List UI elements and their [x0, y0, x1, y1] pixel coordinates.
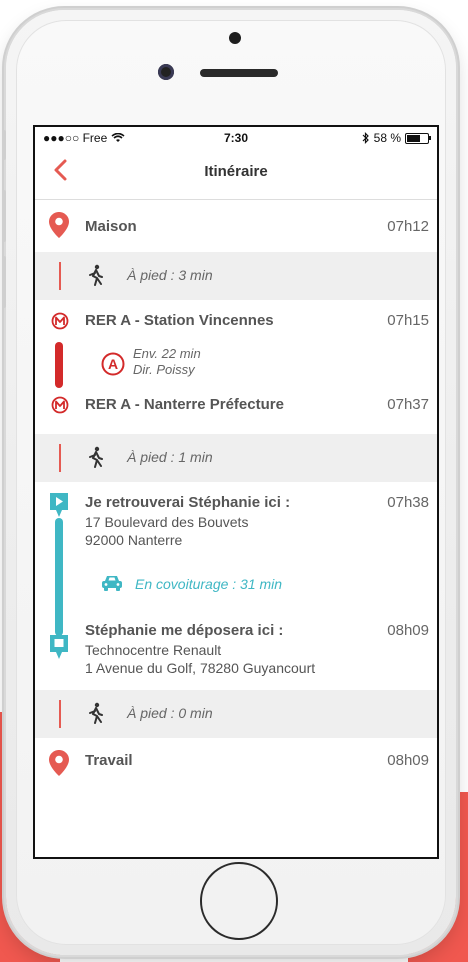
- metro-ride-info: A Env. 22 min Dir. Poissy: [35, 338, 437, 390]
- status-right: 58 %: [362, 131, 431, 145]
- dropoff-time: 08h09: [387, 622, 429, 639]
- step-end-label: Travail: [85, 752, 133, 769]
- step-metro-start-time: 07h15: [387, 312, 429, 329]
- map-pin-icon: [49, 750, 69, 776]
- rer-line-letter: A: [108, 356, 118, 372]
- pickup-address-line2: 92000 Nanterre: [85, 532, 183, 548]
- carpool-segment: Je retrouverai Stéphanie ici : 07h38 17 …: [35, 482, 437, 682]
- walk-segment-1: À pied : 3 min: [35, 252, 437, 300]
- pickup-time: 07h38: [387, 494, 429, 511]
- step-metro-end-time: 07h37: [387, 396, 429, 413]
- walk-duration-3: À pied : 0 min: [127, 705, 213, 721]
- battery-percent: 58 %: [373, 131, 401, 145]
- step-metro-start[interactable]: RER A - Station Vincennes 07h15: [35, 300, 437, 338]
- step-end[interactable]: Travail 08h09: [35, 738, 437, 790]
- battery-icon: [405, 132, 431, 144]
- step-start[interactable]: Maison 07h12: [35, 200, 437, 252]
- bluetooth-icon: [362, 132, 369, 144]
- volume-down-button: [2, 256, 6, 308]
- metro-duration: Env. 22 min: [133, 346, 201, 361]
- step-metro-end[interactable]: RER A - Nanterre Préfecture 07h37: [35, 390, 437, 434]
- walk-segment-3: À pied : 0 min: [35, 690, 437, 738]
- map-pin-icon: [49, 212, 69, 238]
- navigation-bar: Itinéraire: [35, 147, 437, 200]
- metro-icon: [51, 312, 69, 330]
- pickup-address-line1: 17 Boulevard des Bouvets: [85, 514, 249, 530]
- pedestrian-icon: [89, 446, 103, 468]
- pedestrian-icon: [89, 264, 103, 286]
- page-title: Itinéraire: [204, 163, 268, 180]
- pickup-pin-icon: [50, 493, 68, 517]
- volume-up-button: [2, 190, 6, 242]
- carpool-connector: [55, 518, 63, 636]
- carpool-duration: En covoiturage : 31 min: [135, 576, 283, 592]
- mute-switch: [2, 130, 6, 160]
- front-camera: [158, 64, 174, 80]
- pickup-title: Je retrouverai Stéphanie ici :: [85, 494, 291, 511]
- rer-line-icon: A: [101, 352, 125, 376]
- status-bar: ●●●○○ Free 7:30 58 %: [35, 127, 437, 147]
- earpiece-speaker: [200, 69, 278, 77]
- step-metro-end-label: RER A - Nanterre Préfecture: [85, 396, 284, 413]
- walk-connector: [59, 262, 61, 290]
- step-start-label: Maison: [85, 218, 137, 235]
- walk-duration-2: À pied : 1 min: [127, 449, 213, 465]
- pedestrian-icon: [89, 702, 103, 724]
- dropoff-pin-icon: [50, 635, 68, 659]
- car-icon: [102, 576, 122, 591]
- home-button[interactable]: [200, 862, 278, 940]
- step-metro-start-label: RER A - Station Vincennes: [85, 312, 274, 329]
- screen: ●●●○○ Free 7:30 58 % Itinéraire Maison 0…: [33, 125, 439, 859]
- metro-icon: [51, 396, 69, 414]
- step-start-time: 07h12: [387, 218, 429, 235]
- dropoff-title: Stéphanie me déposera ici :: [85, 622, 284, 639]
- proximity-sensor: [229, 32, 241, 44]
- dropoff-address-line1: Technocentre Renault: [85, 642, 222, 658]
- walk-segment-2: À pied : 1 min: [35, 434, 437, 482]
- step-end-time: 08h09: [387, 752, 429, 769]
- walk-connector: [59, 700, 61, 728]
- metro-line-connector: [55, 342, 63, 388]
- walk-duration-1: À pied : 3 min: [127, 267, 213, 283]
- metro-direction: Dir. Poissy: [133, 362, 195, 377]
- walk-connector: [59, 444, 61, 472]
- dropoff-address-line2: 1 Avenue du Golf, 78280 Guyancourt: [85, 660, 316, 676]
